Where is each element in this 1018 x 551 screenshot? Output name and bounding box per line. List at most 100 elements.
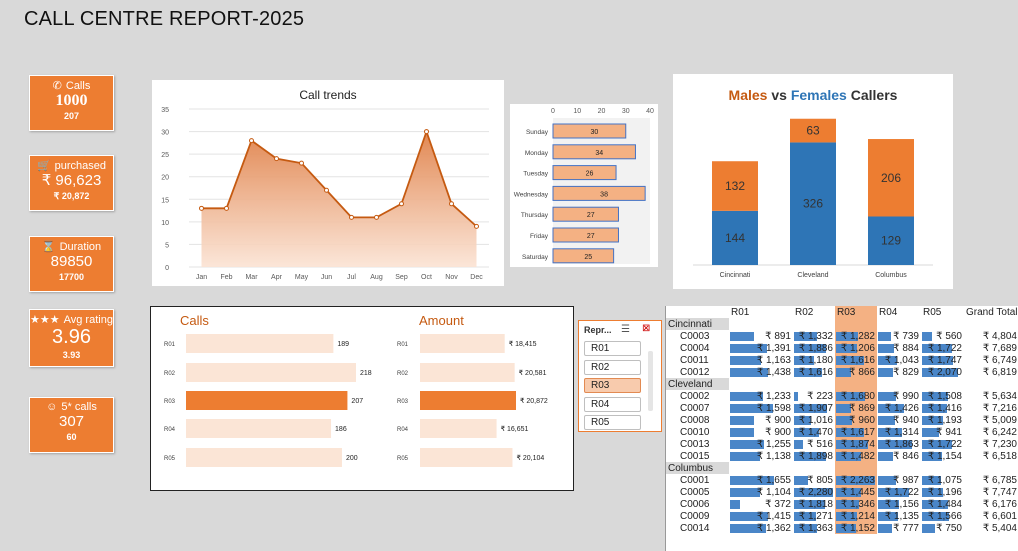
kpi-card-avg-rating[interactable]: ★★★ Avg rating 3.96 3.93 <box>29 309 114 367</box>
pivot-cell: ₹ 1,075 <box>921 474 964 486</box>
x-tick-label: Feb <box>220 274 232 281</box>
pivot-row[interactable]: C0002 ₹ 1,233 ₹ 223 ₹ 1,680 ₹ 990 ₹ 1,508 ₹ 5,… <box>666 390 1018 402</box>
y-tick-label: Thursday <box>521 212 549 219</box>
pivot-column-header[interactable]: R04 <box>877 306 921 318</box>
clear-filter-icon[interactable]: ⊠ <box>642 323 650 334</box>
pivot-cell: ₹ 1,655 <box>729 474 793 486</box>
data-label: ₹ 16,651 <box>501 425 529 433</box>
pivot-column-header[interactable]: Grand Total <box>964 306 1018 318</box>
rep-label: R02 <box>397 371 409 377</box>
pivot-cell-value: ₹ 1,508 <box>927 390 962 402</box>
pivot-cell <box>964 378 1018 390</box>
kpi-card-5-calls[interactable]: ☺ 5* calls 307 60 <box>29 397 114 453</box>
slicer-item-r03[interactable]: R03 <box>584 378 641 393</box>
pivot-row[interactable]: C0010 ₹ 900 ₹ 1,470 ₹ 1,617 ₹ 1,314 ₹ 941 ₹ 6,… <box>666 426 1018 438</box>
pivot-cell: ₹ 1,680 <box>835 390 877 402</box>
pivot-cell-value: ₹ 1,135 <box>884 510 919 522</box>
bar-monday <box>552 144 636 160</box>
y-tick-label: 15 <box>161 197 169 204</box>
pivot-cell-value: ₹ 1,391 <box>756 342 791 354</box>
x-tick-label: 30 <box>622 108 630 115</box>
pivot-cell-value: ₹ 1,680 <box>840 390 875 402</box>
kpi-card-calls[interactable]: ✆ Calls 1000 207 <box>29 75 114 131</box>
slicer-item-r05[interactable]: R05 <box>584 415 641 430</box>
pivot-cell: ₹ 1,152 <box>835 522 877 534</box>
pivot-cell: ₹ 1,332 <box>793 330 835 342</box>
pivot-cell-value: ₹ 1,233 <box>756 390 791 402</box>
pivot-cell-value: ₹ 2,263 <box>840 474 875 486</box>
pivot-cell-value: ₹ 866 <box>849 366 875 378</box>
pivot-cell: ₹ 1,362 <box>729 522 793 534</box>
pivot-cell <box>877 462 921 474</box>
pivot-cell: ₹ 869 <box>835 402 877 414</box>
pivot-row[interactable]: C0004 ₹ 1,391 ₹ 1,886 ₹ 1,206 ₹ 884 ₹ 1,722 ₹ … <box>666 342 1018 354</box>
call-trends-chart[interactable]: Call trends 0 5 10 15 20 25 30 35 Jan Feb Mar Apr May… <box>152 80 504 286</box>
pivot-cell: ₹ 1,484 <box>921 498 964 510</box>
pivot-cell-value: ₹ 869 <box>849 402 875 414</box>
pivot-cell: ₹ 1,482 <box>835 450 877 462</box>
pivot-cell <box>793 318 835 330</box>
kpi-label-row: ★★★ Avg rating <box>30 313 113 326</box>
pivot-row[interactable]: C0005 ₹ 1,104 ₹ 2,280 ₹ 1,445 ₹ 1,722 ₹ 1,196… <box>666 486 1018 498</box>
pivot-row-label: C0015 <box>680 450 710 462</box>
pivot-column-header[interactable]: R01 <box>729 306 793 318</box>
kpi-card-duration[interactable]: ⌛ Duration 89850 17700 <box>29 236 114 292</box>
x-tick-label: Apr <box>271 274 283 281</box>
data-label: 186 <box>335 426 347 433</box>
pivot-row[interactable]: C0011 ₹ 1,163 ₹ 1,180 ₹ 1,616 ₹ 1,043 ₹ 1,747… <box>666 354 1018 366</box>
pivot-cell <box>729 318 793 330</box>
slicer-item-r01[interactable]: R01 <box>584 341 641 356</box>
pivot-row[interactable]: C0007 ₹ 1,598 ₹ 1,907 ₹ 869 ₹ 1,426 ₹ 1,416 ₹ … <box>666 402 1018 414</box>
pivot-row[interactable]: C0012 ₹ 1,438 ₹ 1,616 ₹ 866 ₹ 829 ₹ 2,070 ₹ 6,… <box>666 366 1018 378</box>
pivot-column-header[interactable] <box>666 306 729 318</box>
kpi-card-purchased[interactable]: 🛒 purchased ₹ 96,623 ₹ 20,872 <box>29 155 114 211</box>
pivot-row[interactable]: C0006 ₹ 372 ₹ 1,818 ₹ 1,346 ₹ 1,156 ₹ 1,484 ₹ … <box>666 498 1018 510</box>
pivot-cell-value: ₹ 1,616 <box>798 366 833 378</box>
pivot-cell: ₹ 1,214 <box>835 510 877 522</box>
representative-slicer[interactable]: Repr... ☰ ⊠ R01 R02 R03 R04 R05 <box>578 320 662 432</box>
pivot-row[interactable]: C0003 ₹ 891 ₹ 1,332 ₹ 1,282 ₹ 739 ₹ 560 ₹ 4,80… <box>666 330 1018 342</box>
bar-r02 <box>186 363 356 382</box>
pivot-cell: ₹ 777 <box>877 522 921 534</box>
slicer-item-r04[interactable]: R04 <box>584 396 641 412</box>
pivot-group-row[interactable]: Cleveland <box>666 378 1018 390</box>
pivot-row[interactable]: C0013 ₹ 1,255 ₹ 516 ₹ 1,874 ₹ 1,863 ₹ 1,722 ₹ … <box>666 438 1018 450</box>
pivot-row[interactable]: C0001 ₹ 1,655 ₹ 805 ₹ 2,263 ₹ 987 ₹ 1,075 ₹ 6,… <box>666 474 1018 486</box>
pivot-row[interactable]: C0009 ₹ 1,415 ₹ 1,271 ₹ 1,214 ₹ 1,135 ₹ 1,566… <box>666 510 1018 522</box>
pivot-cell: ₹ 1,138 <box>729 450 793 462</box>
pivot-cell: ₹ 900 <box>729 426 793 438</box>
pivot-column-header[interactable]: R03 <box>835 306 877 318</box>
data-bar <box>922 524 935 533</box>
pivot-cell <box>793 462 835 474</box>
x-tick-label: 20 <box>598 108 606 115</box>
slicer-scrollbar[interactable] <box>648 351 653 411</box>
pivot-row-label: C0004 <box>680 342 710 354</box>
pivot-row[interactable]: C0015 ₹ 1,138 ₹ 1,898 ₹ 1,482 ₹ 846 ₹ 1,154 ₹ … <box>666 450 1018 462</box>
pivot-column-header[interactable]: R05 <box>921 306 964 318</box>
pivot-cell-value: ₹ 1,314 <box>884 426 919 438</box>
multi-select-icon[interactable]: ☰ <box>621 324 630 335</box>
pivot-group-row[interactable]: Cincinnati <box>666 318 1018 330</box>
pivot-cell: ₹ 372 <box>729 498 793 510</box>
gender-callers-chart[interactable]: Males vs Females Callers 144 132 Cincinnati… <box>673 74 953 289</box>
title-vs: vs <box>767 87 790 103</box>
pivot-cell <box>921 378 964 390</box>
pivot-cell: ₹ 1,818 <box>793 498 835 510</box>
pivot-cell-value: ₹ 1,332 <box>798 330 833 342</box>
pivot-group-row[interactable]: Columbus <box>666 462 1018 474</box>
weekday-chart[interactable]: 0 10 20 30 40 Sunday 30 Monday 34 Tuesday 26 Wednes… <box>510 104 658 267</box>
pivot-row[interactable]: C0014 ₹ 1,362 ₹ 1,363 ₹ 1,152 ₹ 777 ₹ 750 ₹ 5,… <box>666 522 1018 534</box>
pivot-column-header[interactable]: R02 <box>793 306 835 318</box>
pivot-table[interactable]: R01 R02 R03 R04 R05 Grand Total Cincinnati C000… <box>665 306 1018 551</box>
x-tick-label: May <box>295 274 309 281</box>
rep-performance-panel[interactable]: Calls R01 189 R02 218 R03 207 R04 186 R05 200 Amoun… <box>150 306 574 491</box>
pivot-grand-total: ₹ 6,749 <box>982 354 1017 366</box>
pivot-row[interactable]: C0008 ₹ 900 ₹ 1,016 ₹ 960 ₹ 940 ₹ 1,193 ₹ 5,00… <box>666 414 1018 426</box>
data-bar <box>878 452 893 461</box>
pivot-cell: ₹ 1,271 <box>793 510 835 522</box>
pivot-cell-value: ₹ 1,363 <box>798 522 833 534</box>
pivot-cell <box>964 462 1018 474</box>
data-label: ₹ 20,872 <box>520 397 548 405</box>
pivot-cell-value: ₹ 1,016 <box>798 414 833 426</box>
slicer-item-r02[interactable]: R02 <box>584 359 641 375</box>
